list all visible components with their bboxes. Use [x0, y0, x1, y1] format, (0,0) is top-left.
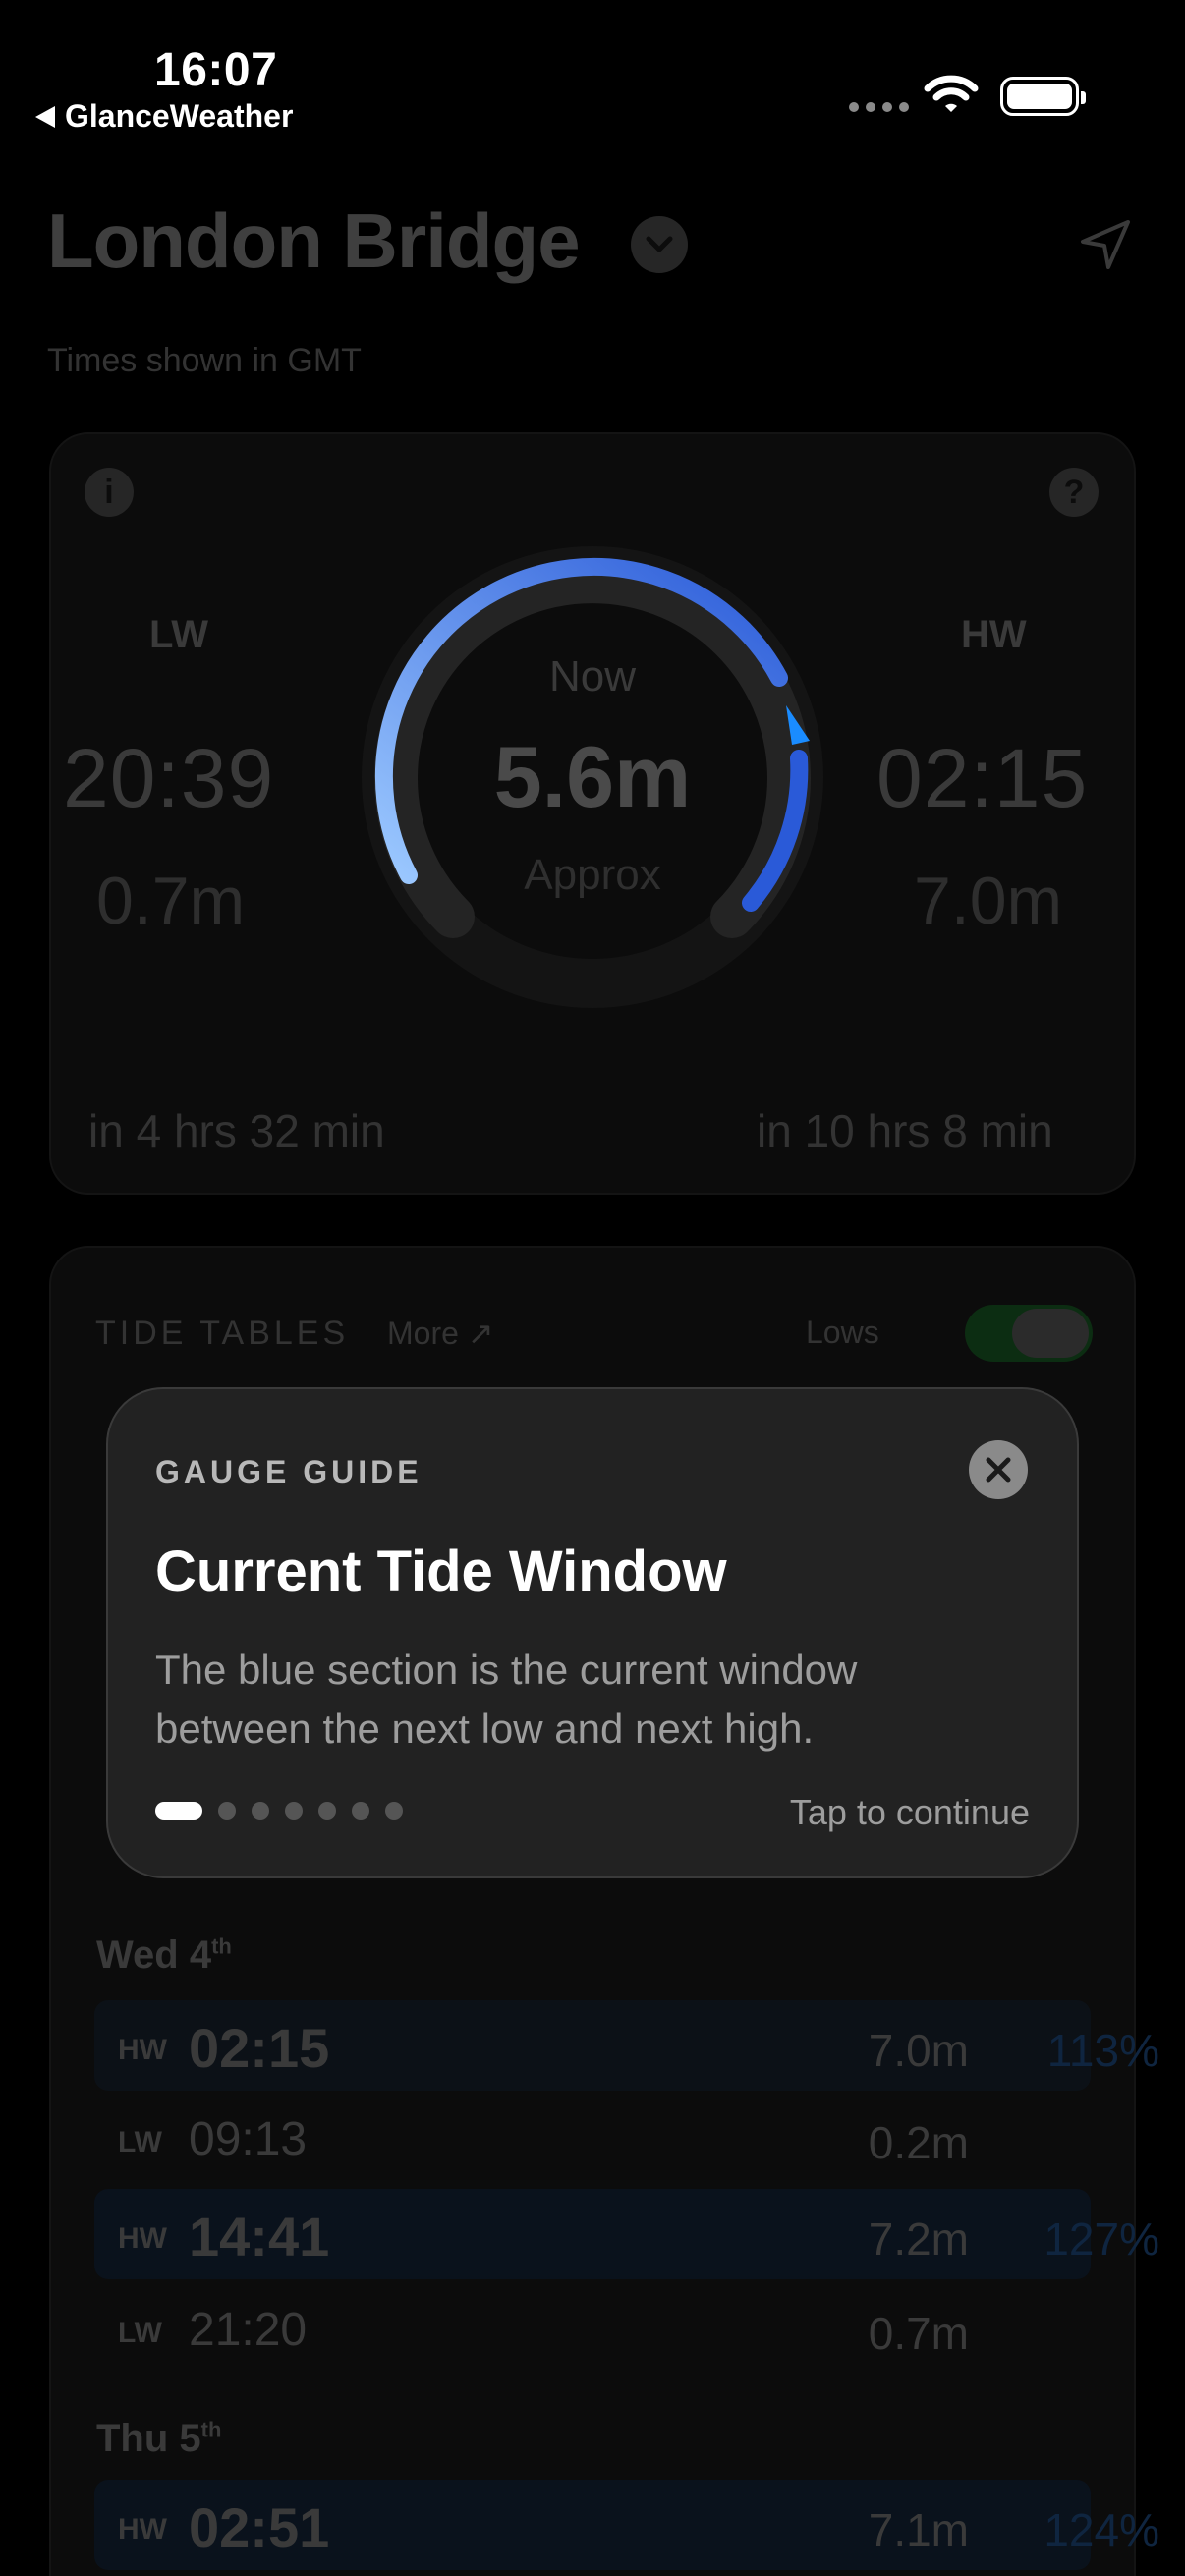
close-icon [986, 1457, 1011, 1483]
tap-to-continue-label[interactable]: Tap to continue [790, 1792, 1030, 1833]
guide-title: Current Tide Window [155, 1540, 727, 1603]
page-dot-active [155, 1802, 202, 1820]
page-dot [218, 1802, 236, 1820]
page-dot [352, 1802, 369, 1820]
gauge-guide-popup[interactable]: GAUGE GUIDE Current Tide Window The blue… [106, 1387, 1079, 1878]
page-dot [252, 1802, 269, 1820]
close-button[interactable] [969, 1440, 1028, 1499]
dim-overlay[interactable] [0, 0, 1185, 2576]
page-dot [385, 1802, 403, 1820]
guide-kicker: GAUGE GUIDE [155, 1454, 423, 1489]
page-dot [285, 1802, 303, 1820]
page-indicator [155, 1802, 403, 1820]
guide-body: The blue section is the current window b… [155, 1647, 858, 1752]
page-dot [318, 1802, 336, 1820]
